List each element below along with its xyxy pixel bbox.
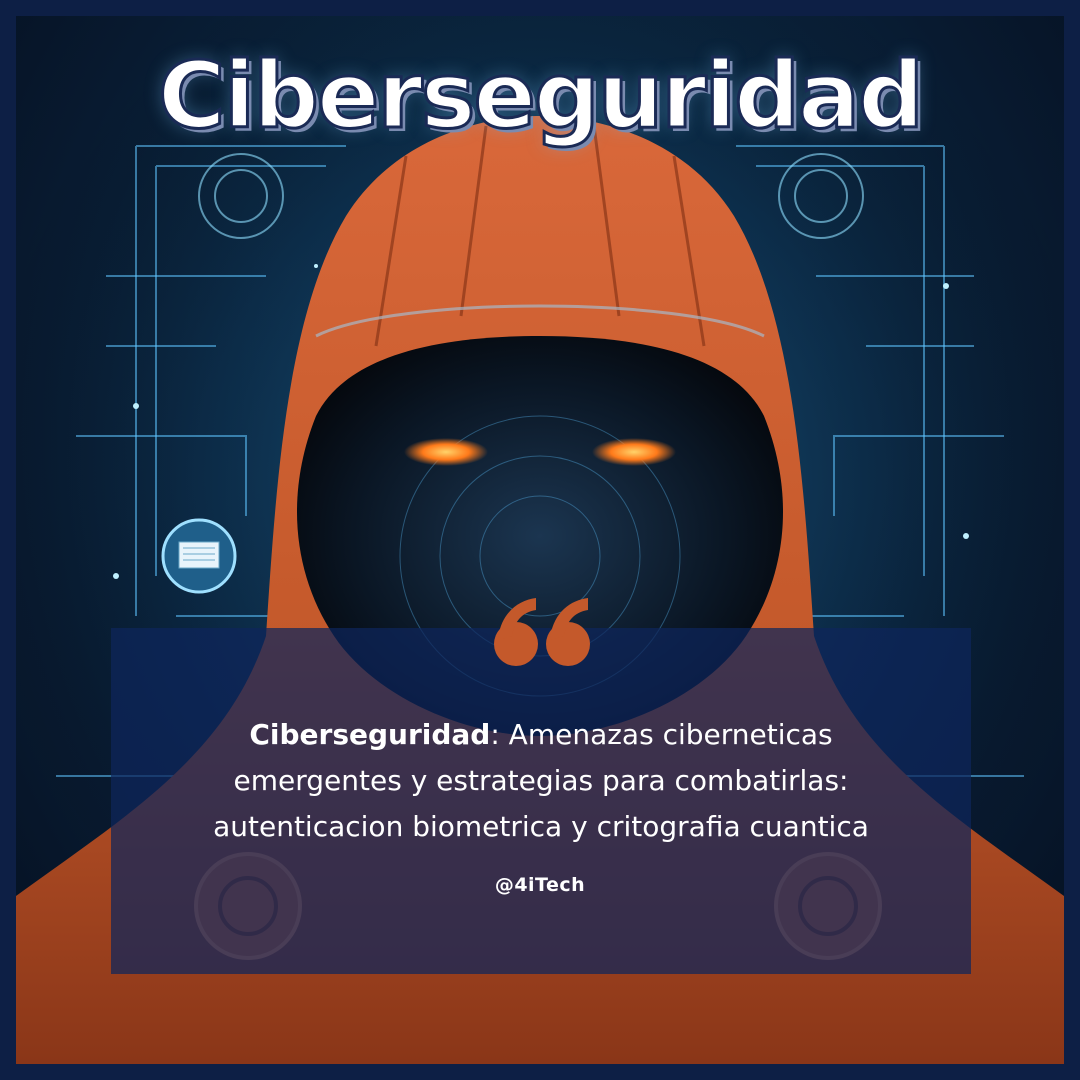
quote-mark-icon [494,598,590,666]
page-title: Ciberseguridad [157,41,926,151]
quote-line3: autenticacion biometrica y critografia c… [213,810,869,843]
quote-line1-rest: : Amenazas ciberneticas [490,718,833,751]
author-handle: @4iTech [494,874,586,896]
quote-text: Ciberseguridad: Amenazas ciberneticas em… [126,712,956,850]
laptop-badge-icon [161,518,237,594]
quote-line2: emergentes y estrategias para combatirla… [233,764,849,797]
poster-frame: Ciberseguridad Ciberseguridad: Amenazas … [0,0,1080,1080]
quote-bold-lead: Ciberseguridad [249,718,491,751]
